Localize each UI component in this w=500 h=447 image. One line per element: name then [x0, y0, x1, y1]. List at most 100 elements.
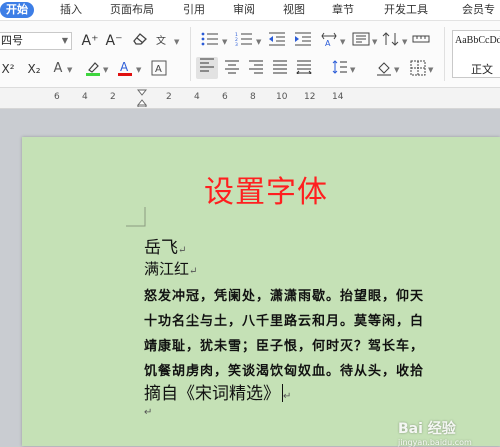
source-text: 摘自《宋词精选》: [144, 384, 280, 404]
tab-sections[interactable]: 章节: [332, 2, 354, 18]
paragraph-mark: ↵: [144, 407, 153, 418]
bullet-list-icon: [201, 32, 218, 46]
paragraph-mark: ↵: [178, 245, 187, 256]
outdent-icon: [269, 32, 285, 46]
justify-button[interactable]: [270, 60, 290, 78]
author-text: 岳飞: [144, 238, 178, 258]
chevron-down-icon[interactable]: ▼: [372, 38, 377, 46]
numbered-list-button[interactable]: 123: [232, 32, 256, 50]
borders-button[interactable]: [408, 60, 428, 78]
verse-line: 十功名尘与土，八千里路云和月。莫等闲，白: [144, 314, 425, 329]
source-line: 摘自《宋词精选》 ↵: [144, 379, 291, 404]
chinese-layout-icon: [352, 32, 370, 46]
tab-references[interactable]: 引用: [183, 2, 205, 18]
chevron-down-icon[interactable]: ▼: [222, 38, 227, 46]
align-justify-icon: [273, 60, 287, 74]
font-color-button[interactable]: A: [116, 60, 134, 78]
crop-mark-icon: [126, 207, 146, 227]
shading-button[interactable]: [374, 60, 394, 78]
tab-home[interactable]: 开始: [0, 2, 34, 18]
chevron-down-icon[interactable]: ▼: [174, 38, 179, 46]
borders-icon: [410, 60, 426, 76]
tab-developer[interactable]: 开发工具: [384, 2, 428, 18]
bullet-list-button[interactable]: [198, 32, 222, 50]
clear-format-button[interactable]: [130, 32, 150, 50]
poem-title-line: 满江红↵: [144, 258, 197, 279]
sort-icon: [382, 32, 399, 46]
ruler-number: 14: [332, 92, 344, 102]
group-divider: [190, 27, 191, 81]
watermark-brand: Bai 经验: [398, 421, 456, 437]
align-left-icon: [200, 58, 214, 72]
align-center-icon: [225, 60, 239, 74]
sort-button[interactable]: [380, 32, 402, 50]
align-right-button[interactable]: [246, 60, 266, 78]
font-color-icon: A: [118, 60, 132, 76]
text-direction-button[interactable]: A: [318, 32, 340, 50]
verse-line: 饥餐胡虏肉，笑谈渴饮匈奴血。待从头，收拾: [144, 364, 425, 379]
verse-line: 靖康耻，犹未雪；臣子恨，何时灭？驾长车，: [144, 339, 425, 354]
increase-indent-button[interactable]: [292, 32, 314, 50]
paragraph-mark: ↵: [283, 391, 292, 402]
chevron-down-icon: ▼: [61, 36, 68, 45]
style-gallery[interactable]: AaBbCcDd 正文: [452, 30, 500, 78]
verse-line: 怒发冲冠，凭阑处，潇潇雨歇。抬望眼，仰天: [144, 289, 425, 304]
horizontal-ruler[interactable]: 6 4 2 2 4 6 8 10 12 14: [0, 88, 500, 109]
ruler-number: 4: [194, 92, 200, 102]
ruler-number: 2: [166, 92, 172, 102]
font-size-select[interactable]: 四号 ▼: [0, 32, 72, 50]
style-sample: AaBbCcDd: [455, 35, 500, 46]
poem-title-text: 满江红: [144, 260, 190, 278]
text-direction-icon: A: [321, 32, 337, 48]
show-hide-marks-button[interactable]: [410, 32, 432, 50]
ruler-number: 6: [54, 92, 60, 102]
chevron-down-icon[interactable]: ▼: [428, 66, 433, 74]
line-spacing-icon: [332, 60, 347, 74]
chevron-down-icon[interactable]: ▼: [394, 66, 399, 74]
superscript-button[interactable]: X²: [0, 60, 18, 78]
decrease-indent-button[interactable]: [266, 32, 288, 50]
chevron-down-icon[interactable]: ▼: [256, 38, 261, 46]
chevron-down-icon[interactable]: ▼: [103, 66, 108, 74]
tab-view[interactable]: 视图: [283, 2, 305, 18]
group-divider: [444, 27, 445, 81]
chinese-layout-button[interactable]: [350, 32, 372, 50]
subscript-button[interactable]: X₂: [24, 60, 44, 78]
tab-member[interactable]: 会员专: [462, 2, 495, 18]
svg-text:A: A: [325, 39, 331, 46]
highlighter-icon: [86, 62, 100, 76]
ribbon-tab-bar: 开始 插入 页面布局 引用 审阅 视图 章节 开发工具 会员专: [0, 0, 500, 21]
chevron-down-icon[interactable]: ▼: [136, 66, 141, 74]
svg-text:3: 3: [235, 42, 238, 46]
ruler-number: 2: [110, 92, 116, 102]
svg-text:A: A: [155, 64, 162, 75]
chevron-down-icon[interactable]: ▼: [340, 38, 345, 46]
style-name-normal: 正文: [471, 63, 493, 76]
pinyin-button[interactable]: 文: [154, 32, 172, 50]
svg-text:文: 文: [156, 34, 166, 46]
tab-page-layout[interactable]: 页面布局: [110, 2, 154, 18]
chevron-down-icon[interactable]: ▼: [67, 66, 72, 74]
highlight-button[interactable]: [84, 60, 102, 78]
paragraph-mark: ↵: [189, 266, 198, 277]
document-title: 设置字体: [204, 175, 328, 210]
line-spacing-button[interactable]: [330, 60, 350, 78]
distributed-align-button[interactable]: [294, 60, 314, 78]
svg-text:A: A: [120, 60, 129, 74]
chevron-down-icon[interactable]: ▼: [402, 38, 407, 46]
document-page[interactable]: 设置字体 岳飞↵ 满江红↵ 怒发冲冠，凭阑处，潇潇雨歇。抬望眼，仰天 十功名尘与…: [22, 137, 500, 446]
indent-marker-icon[interactable]: [137, 89, 147, 107]
tab-insert[interactable]: 插入: [60, 2, 82, 18]
chevron-down-icon[interactable]: ▼: [350, 66, 355, 74]
ruler-number: 10: [276, 92, 288, 102]
ruler-number: 6: [222, 92, 228, 102]
grow-font-button[interactable]: A⁺: [80, 32, 100, 50]
align-left-button[interactable]: [196, 57, 218, 79]
align-center-button[interactable]: [222, 60, 242, 78]
tab-review[interactable]: 审阅: [233, 2, 255, 18]
shrink-font-button[interactable]: A⁻: [104, 32, 124, 50]
paint-bucket-icon: [377, 62, 391, 76]
char-border-button[interactable]: A: [150, 60, 168, 78]
ruler-number: 4: [82, 92, 88, 102]
text-effect-button[interactable]: A: [50, 60, 66, 78]
